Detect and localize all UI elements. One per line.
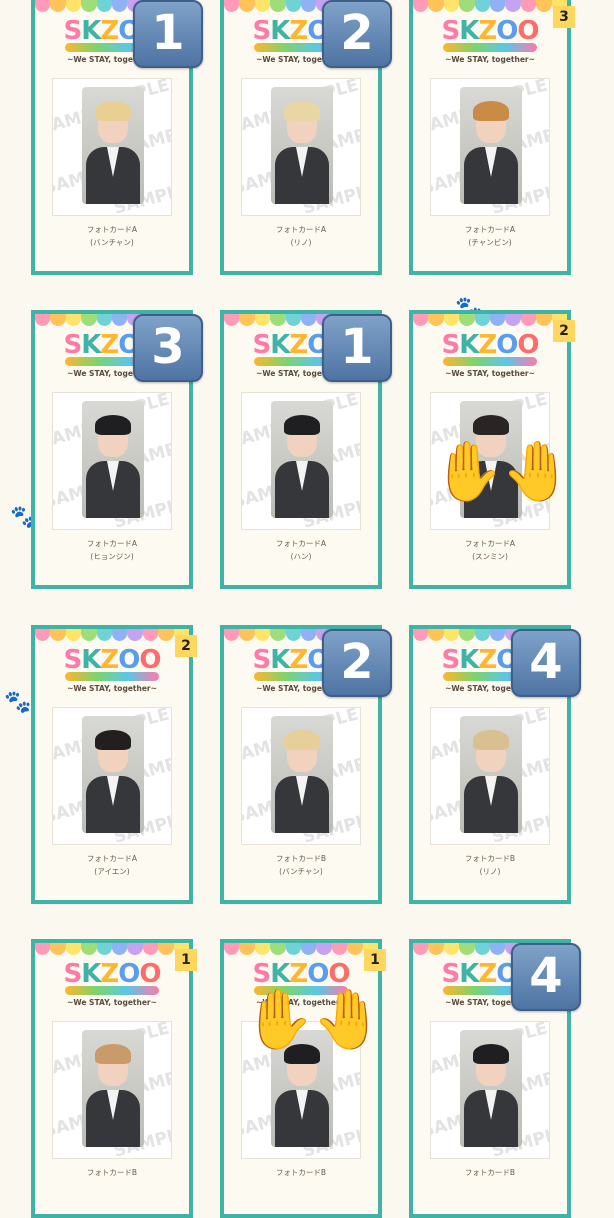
member-photo — [82, 87, 144, 204]
member-photo — [460, 1030, 522, 1147]
member-photo — [82, 1030, 144, 1147]
card-label: フォトカードB — [35, 1166, 189, 1179]
member-photo — [82, 716, 144, 833]
photo-panel: SAMPLESAMPLESAMPLESAMPLESAMPLE — [52, 78, 172, 216]
member-name: (ハン) — [290, 552, 312, 561]
photo-panel: SAMPLESAMPLESAMPLESAMPLESAMPLE — [241, 707, 361, 845]
member-name: (バンチャン) — [90, 238, 134, 247]
count-badge-large: 1 — [322, 314, 392, 382]
member-photo — [460, 87, 522, 204]
logo-tagline: ~We STAY, together~ — [67, 998, 157, 1007]
photo-panel: SAMPLESAMPLESAMPLESAMPLESAMPLE — [430, 78, 550, 216]
member-photo — [271, 716, 333, 833]
card-label: フォトカードB (バンチャン) — [224, 852, 378, 878]
skzoo-logo: SKZOO~We STAY, together~ — [35, 959, 189, 1017]
member-name: (ヒョンジン) — [90, 552, 134, 561]
raised-hand-left-icon: 🤚 — [431, 437, 504, 505]
card-label: フォトカードA (スンミン) — [413, 537, 567, 563]
card-type: フォトカードA — [464, 225, 516, 234]
photo-panel: SAMPLESAMPLESAMPLESAMPLESAMPLE — [430, 707, 550, 845]
logo-tagline: ~We STAY, together~ — [445, 369, 535, 378]
card-label: フォトカードA (ハン) — [224, 537, 378, 563]
card-label: フォトカードB — [224, 1166, 378, 1179]
count-badge-small: 1 — [175, 949, 197, 971]
photo-panel: SAMPLESAMPLESAMPLESAMPLESAMPLE — [241, 78, 361, 216]
raised-hand-right-icon: 🤚 — [312, 985, 385, 1053]
skzoo-logo: SKZOO~We STAY, together~ — [413, 16, 567, 74]
card-label: フォトカードB (リノ) — [413, 852, 567, 878]
card-type: フォトカードA — [86, 539, 138, 548]
member-photo — [271, 401, 333, 518]
card-type: フォトカードA — [86, 225, 138, 234]
card-type: フォトカードB — [275, 854, 327, 863]
scallop-border — [413, 314, 567, 326]
count-badge-small: 1 — [364, 949, 386, 971]
card-label: フォトカードB — [413, 1166, 567, 1179]
card-type: フォトカードB — [464, 854, 516, 863]
member-name: (アイエン) — [94, 867, 130, 876]
member-photo — [82, 401, 144, 518]
member-name: (バンチャン) — [279, 867, 323, 876]
raised-hand-left-icon: 🤚 — [242, 985, 315, 1053]
count-badge-large: 4 — [511, 943, 581, 1011]
scallop-border — [35, 629, 189, 641]
card-label: フォトカードA (バンチャン) — [35, 223, 189, 249]
card-type: フォトカードA — [275, 539, 327, 548]
skzoo-logo: SKZOO~We STAY, together~ — [35, 645, 189, 703]
card-type: フォトカードA — [86, 854, 138, 863]
member-name: (リノ) — [290, 238, 312, 247]
photo-panel: SAMPLESAMPLESAMPLESAMPLESAMPLE — [52, 1021, 172, 1159]
photocard-item[interactable]: SKZOO~We STAY, together~SAMPLESAMPLESAMP… — [409, 0, 571, 275]
card-label: フォトカードA (アイエン) — [35, 852, 189, 878]
card-type: フォトカードA — [464, 539, 516, 548]
count-badge-large: 2 — [322, 629, 392, 697]
count-badge-small: 2 — [553, 320, 575, 342]
card-label: フォトカードA (チャンビン) — [413, 223, 567, 249]
logo-tagline: ~We STAY, together~ — [445, 55, 535, 64]
member-name: (チャンビン) — [468, 238, 512, 247]
skzoo-logo: SKZOO~We STAY, together~ — [413, 330, 567, 388]
count-badge-large: 3 — [133, 314, 203, 382]
card-type: フォトカードB — [275, 1168, 327, 1177]
scallop-border — [224, 943, 378, 955]
count-badge-large: 2 — [322, 0, 392, 68]
count-badge-large: 1 — [133, 0, 203, 68]
paw-print-icon: 🐾 — [4, 690, 32, 715]
photo-panel: SAMPLESAMPLESAMPLESAMPLESAMPLE — [430, 1021, 550, 1159]
card-label: フォトカードA (リノ) — [224, 223, 378, 249]
card-type: フォトカードA — [275, 225, 327, 234]
photocard-item[interactable]: SKZOO~We STAY, together~SAMPLESAMPLESAMP… — [31, 625, 193, 904]
card-type: フォトカードB — [464, 1168, 516, 1177]
photo-panel: SAMPLESAMPLESAMPLESAMPLESAMPLE — [52, 392, 172, 530]
logo-tagline: ~We STAY, together~ — [67, 684, 157, 693]
card-type: フォトカードB — [86, 1168, 138, 1177]
scallop-border — [413, 0, 567, 12]
photocard-item[interactable]: SKZOO~We STAY, together~SAMPLESAMPLESAMP… — [220, 939, 382, 1218]
member-photo — [460, 716, 522, 833]
photo-panel: SAMPLESAMPLESAMPLESAMPLESAMPLE — [52, 707, 172, 845]
photocard-item[interactable]: SKZOO~We STAY, together~SAMPLESAMPLESAMP… — [31, 939, 193, 1218]
photo-panel: SAMPLESAMPLESAMPLESAMPLESAMPLE — [241, 392, 361, 530]
count-badge-small: 3 — [553, 6, 575, 28]
count-badge-large: 4 — [511, 629, 581, 697]
scallop-border — [35, 943, 189, 955]
member-name: (リノ) — [479, 867, 501, 876]
card-label: フォトカードA (ヒョンジン) — [35, 537, 189, 563]
member-photo — [271, 87, 333, 204]
member-name: (スンミン) — [472, 552, 508, 561]
count-badge-small: 2 — [175, 635, 197, 657]
raised-hand-right-icon: 🤚 — [501, 437, 574, 505]
